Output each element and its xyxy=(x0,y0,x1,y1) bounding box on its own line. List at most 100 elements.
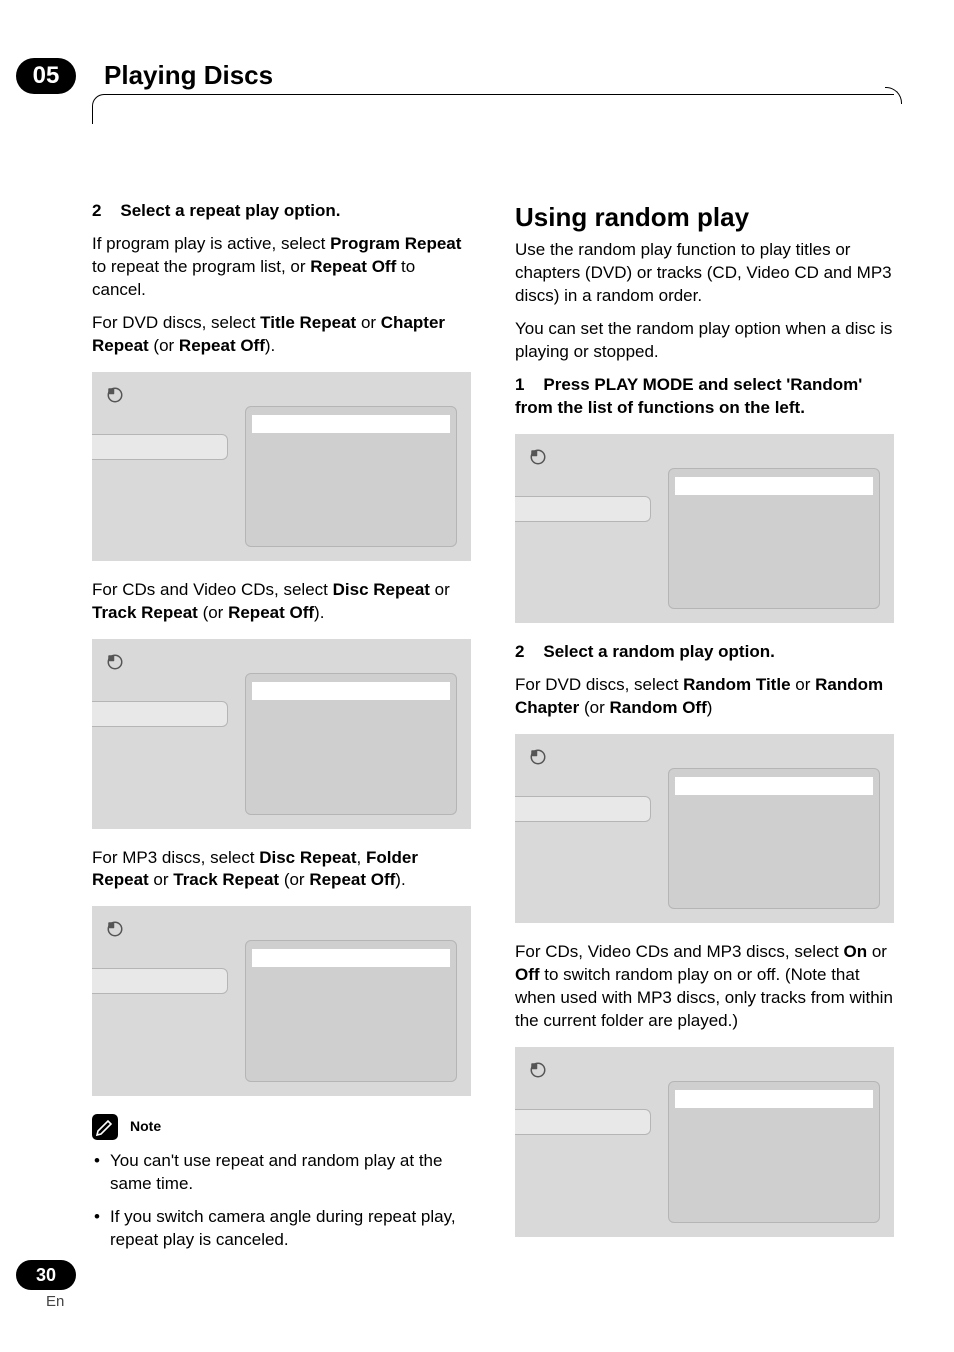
chapter-header: 05 Playing Discs xyxy=(0,58,954,106)
section-heading: Using random play xyxy=(515,200,894,235)
menu-screenshot-mp3-repeat xyxy=(92,906,471,1096)
term: Repeat Off xyxy=(179,336,265,355)
menu-highlight xyxy=(252,949,450,967)
term: On xyxy=(843,942,867,961)
text: (or xyxy=(279,870,309,889)
disc-icon xyxy=(529,1061,547,1079)
term: Random Off xyxy=(609,698,706,717)
term: Disc Repeat xyxy=(333,580,430,599)
content-columns: 2 Select a repeat play option. If progra… xyxy=(92,200,894,1232)
text: If program play is active, select xyxy=(92,234,330,253)
term: Title Repeat xyxy=(260,313,356,332)
term: Random Title xyxy=(683,675,790,694)
text: For DVD discs, select xyxy=(92,313,260,332)
disc-icon xyxy=(529,448,547,466)
step-number: 2 xyxy=(92,201,101,220)
random-intro-2: You can set the random play option when … xyxy=(515,318,894,364)
text: ). xyxy=(265,336,275,355)
mp3-repeat-text: For MP3 discs, select Disc Repeat, Folde… xyxy=(92,847,471,893)
text: For CDs and Video CDs, select xyxy=(92,580,333,599)
note-label: Note xyxy=(130,1117,161,1136)
term: Repeat Off xyxy=(309,870,395,889)
note-item: You can't use repeat and random play at … xyxy=(92,1150,471,1196)
language-code: En xyxy=(46,1292,76,1312)
text: to switch random play on or off. (Note t… xyxy=(515,965,893,1030)
step-2-heading: 2 Select a repeat play option. xyxy=(92,200,471,223)
term: Program Repeat xyxy=(330,234,461,253)
term: Track Repeat xyxy=(92,603,198,622)
page-footer: 30 En xyxy=(16,1260,76,1312)
step-number: 2 xyxy=(515,642,524,661)
menu-screenshot-cd-random xyxy=(515,1047,894,1237)
program-repeat-text: If program play is active, select Progra… xyxy=(92,233,471,302)
menu-panel xyxy=(668,1081,880,1223)
text: or xyxy=(791,675,816,694)
note-item: If you switch camera angle during repeat… xyxy=(92,1206,471,1252)
menu-tab xyxy=(92,701,228,727)
chapter-title: Playing Discs xyxy=(104,58,273,93)
text: or xyxy=(149,870,174,889)
text: For MP3 discs, select xyxy=(92,848,259,867)
step-1-heading: 1 Press PLAY MODE and select 'Random' fr… xyxy=(515,374,894,420)
text: ). xyxy=(314,603,324,622)
text: (or xyxy=(149,336,179,355)
text: ). xyxy=(395,870,405,889)
menu-screenshot-dvd-repeat xyxy=(92,372,471,562)
step-title: Select a random play option. xyxy=(543,642,774,661)
menu-panel xyxy=(245,406,457,548)
cd-repeat-text: For CDs and Video CDs, select Disc Repea… xyxy=(92,579,471,625)
note-heading: Note xyxy=(92,1114,471,1140)
dvd-repeat-text: For DVD discs, select Title Repeat or Ch… xyxy=(92,312,471,358)
cd-random-text: For CDs, Video CDs and MP3 discs, select… xyxy=(515,941,894,1033)
dvd-random-text: For DVD discs, select Random Title or Ra… xyxy=(515,674,894,720)
pencil-icon xyxy=(92,1114,118,1140)
menu-highlight xyxy=(675,477,873,495)
step-title: Select a repeat play option. xyxy=(120,201,340,220)
text: (or xyxy=(579,698,609,717)
text: or xyxy=(430,580,450,599)
text: For DVD discs, select xyxy=(515,675,683,694)
text: , xyxy=(357,848,366,867)
term: Disc Repeat xyxy=(259,848,356,867)
text: or xyxy=(867,942,887,961)
menu-screenshot-random-select xyxy=(515,434,894,624)
term: Track Repeat xyxy=(173,870,279,889)
menu-tab xyxy=(92,434,228,460)
step-2-heading-right: 2 Select a random play option. xyxy=(515,641,894,664)
text: For CDs, Video CDs and MP3 discs, select xyxy=(515,942,843,961)
left-column: 2 Select a repeat play option. If progra… xyxy=(92,200,471,1232)
menu-panel xyxy=(668,768,880,910)
step-number: 1 xyxy=(515,375,524,394)
menu-highlight xyxy=(252,415,450,433)
menu-screenshot-dvd-random xyxy=(515,734,894,924)
term: Off xyxy=(515,965,540,984)
menu-highlight xyxy=(675,777,873,795)
menu-tab xyxy=(515,496,651,522)
note-list: You can't use repeat and random play at … xyxy=(92,1150,471,1252)
random-intro: Use the random play function to play tit… xyxy=(515,239,894,308)
text: (or xyxy=(198,603,228,622)
menu-highlight xyxy=(252,682,450,700)
text: or xyxy=(356,313,381,332)
menu-tab xyxy=(515,1109,651,1135)
menu-panel xyxy=(245,940,457,1082)
text: to repeat the program list, or xyxy=(92,257,310,276)
step-title: Press PLAY MODE and select 'Random' from… xyxy=(515,375,862,417)
disc-icon xyxy=(106,653,124,671)
term: Repeat Off xyxy=(228,603,314,622)
header-rule xyxy=(92,94,894,124)
menu-screenshot-cd-repeat xyxy=(92,639,471,829)
menu-tab xyxy=(92,968,228,994)
menu-panel xyxy=(245,673,457,815)
menu-highlight xyxy=(675,1090,873,1108)
term: Repeat Off xyxy=(310,257,396,276)
right-column: Using random play Use the random play fu… xyxy=(515,200,894,1232)
disc-icon xyxy=(529,748,547,766)
menu-panel xyxy=(668,468,880,610)
disc-icon xyxy=(106,920,124,938)
page-number-badge: 30 xyxy=(16,1260,76,1290)
disc-icon xyxy=(106,386,124,404)
text: ) xyxy=(707,698,713,717)
chapter-number-badge: 05 xyxy=(16,58,76,94)
menu-tab xyxy=(515,796,651,822)
